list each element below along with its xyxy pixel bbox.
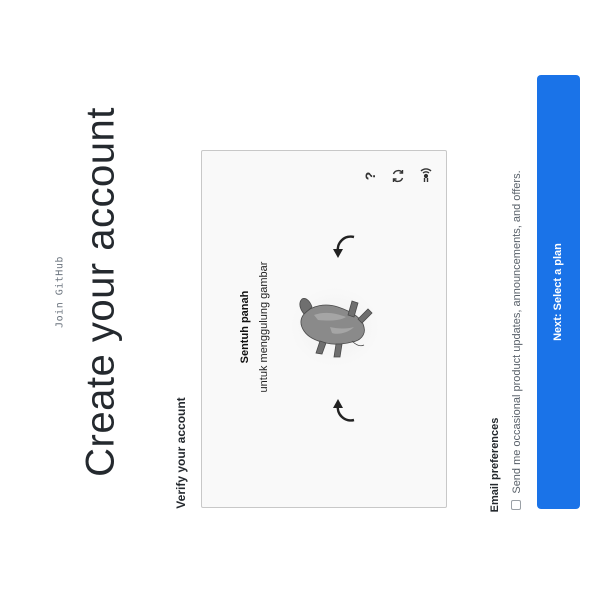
svg-text:?: ? — [362, 172, 378, 181]
page-title: Create your account — [78, 107, 123, 477]
captcha-instruction: untuk menggulung gambar — [258, 261, 270, 393]
captcha-animal-image — [290, 287, 380, 367]
email-preferences-heading: Email preferences — [489, 417, 501, 513]
rotate-left-arrow-icon[interactable] — [329, 231, 359, 261]
email-opt-in-label[interactable]: Send me occasional product updates, anno… — [511, 170, 523, 493]
next-select-plan-button[interactable]: Next: Select a plan — [537, 75, 580, 509]
email-opt-in-checkbox[interactable] — [511, 500, 521, 510]
join-github-label: Join GitHub — [54, 256, 66, 328]
next-button-label: Next: Select a plan — [552, 243, 564, 341]
captcha-instruction-bold: Sentuh panah — [239, 290, 251, 364]
help-icon[interactable]: ? — [360, 166, 380, 186]
rotate-right-arrow-icon[interactable] — [329, 396, 359, 426]
audio-icon[interactable] — [416, 166, 436, 186]
verify-heading: Verify your account — [174, 397, 188, 509]
refresh-icon[interactable] — [388, 166, 408, 186]
